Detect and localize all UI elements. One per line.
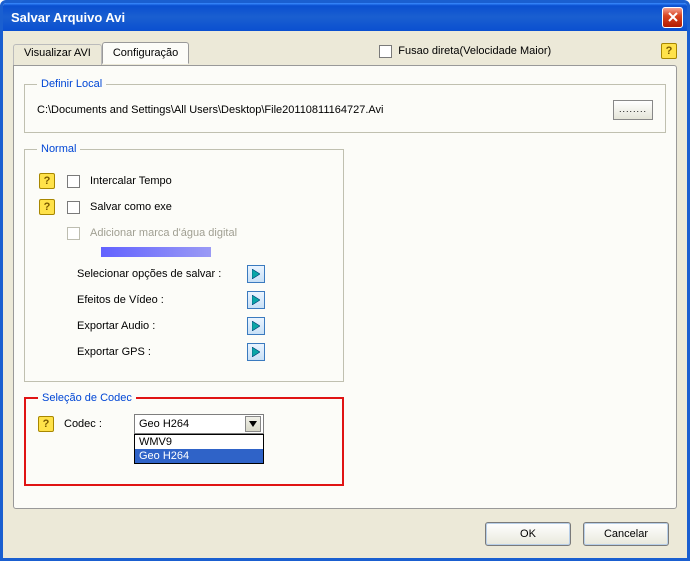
video-effects-label: Efeitos de Vídeo : — [37, 294, 247, 306]
codec-combo-list: WMV9 Geo H264 — [134, 434, 264, 464]
window: Salvar Arquivo Avi Visualizar AVI Config… — [0, 0, 690, 561]
browse-button[interactable]: ........ — [613, 100, 653, 120]
chevron-down-icon[interactable] — [245, 416, 261, 432]
codec-label: Codec : — [64, 418, 124, 430]
watermark-checkbox — [67, 227, 80, 240]
interleave-label: Intercalar Tempo — [90, 175, 172, 187]
save-options-button[interactable] — [247, 265, 265, 283]
save-exe-label: Salvar como exe — [90, 201, 172, 213]
client-area: Visualizar AVI Configuração Fusao direta… — [3, 31, 687, 558]
ok-button[interactable]: OK — [485, 522, 571, 546]
tab-preview[interactable]: Visualizar AVI — [13, 44, 102, 65]
normal-fieldset: Normal ? Intercalar Tempo ? Salvar como … — [24, 143, 344, 382]
export-gps-button[interactable] — [247, 343, 265, 361]
codec-fieldset: Seleção de Codec ? Codec : Geo H264 WMV9 — [24, 392, 344, 486]
direct-merge-label: Fusao direta(Velocidade Maior) — [398, 45, 551, 57]
tab-config[interactable]: Configuração — [102, 42, 189, 64]
cancel-button[interactable]: Cancelar — [583, 522, 669, 546]
codec-legend: Seleção de Codec — [38, 392, 136, 404]
help-icon[interactable]: ? — [38, 416, 54, 432]
export-audio-button[interactable] — [247, 317, 265, 335]
save-options-label: Selecionar opções de salvar : — [37, 268, 247, 280]
close-icon[interactable] — [662, 7, 683, 28]
codec-option-geoh264[interactable]: Geo H264 — [135, 449, 263, 463]
file-path: C:\Documents and Settings\All Users\Desk… — [37, 104, 603, 116]
watermark-label: Adicionar marca d'água digital — [90, 227, 237, 239]
codec-combo[interactable]: Geo H264 WMV9 Geo H264 — [134, 414, 264, 434]
video-effects-button[interactable] — [247, 291, 265, 309]
normal-legend: Normal — [37, 143, 80, 155]
progress-bar — [101, 247, 211, 257]
top-row: Visualizar AVI Configuração Fusao direta… — [13, 39, 677, 63]
direct-merge-checkbox[interactable] — [379, 45, 392, 58]
help-icon[interactable]: ? — [39, 199, 55, 215]
help-icon[interactable]: ? — [39, 173, 55, 189]
titlebar: Salvar Arquivo Avi — [3, 3, 687, 31]
tab-panel: Definir Local C:\Documents and Settings\… — [13, 65, 677, 509]
codec-option-wmv9[interactable]: WMV9 — [135, 435, 263, 449]
export-gps-label: Exportar GPS : — [37, 346, 247, 358]
location-fieldset: Definir Local C:\Documents and Settings\… — [24, 78, 666, 133]
help-icon[interactable]: ? — [661, 43, 677, 59]
direct-merge-checkbox-wrap: Fusao direta(Velocidade Maior) — [379, 45, 551, 58]
codec-selected: Geo H264 — [139, 418, 245, 430]
dialog-buttons: OK Cancelar — [485, 522, 669, 546]
tabs: Visualizar AVI Configuração — [13, 42, 189, 63]
export-audio-label: Exportar Audio : — [37, 320, 247, 332]
window-title: Salvar Arquivo Avi — [11, 10, 662, 25]
save-exe-checkbox[interactable] — [67, 201, 80, 214]
interleave-checkbox[interactable] — [67, 175, 80, 188]
location-legend: Definir Local — [37, 78, 106, 90]
